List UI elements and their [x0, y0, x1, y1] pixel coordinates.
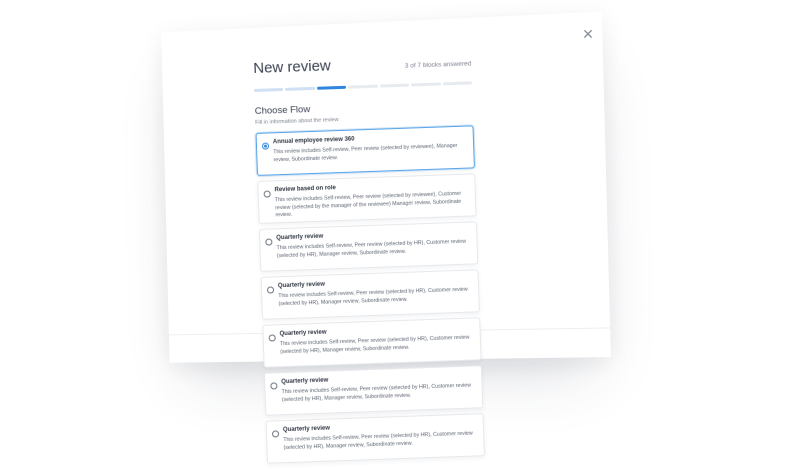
- progress-segment: [379, 83, 410, 88]
- modal-content: New review 3 of 7 blocks answered Choose…: [253, 52, 485, 468]
- flow-option[interactable]: Quarterly review This review includes Se…: [260, 269, 480, 320]
- flow-option-description: This review includes Self-review, Peer r…: [276, 238, 467, 259]
- radio-button[interactable]: [261, 142, 270, 150]
- flow-option[interactable]: Quarterly review This review includes Se…: [265, 413, 485, 464]
- progress-segment: [254, 87, 284, 92]
- progress-bar: [254, 81, 472, 92]
- radio-button[interactable]: [266, 286, 275, 294]
- flow-option-description: This review includes Self-review, Peer r…: [278, 286, 468, 307]
- radio-button[interactable]: [263, 190, 271, 198]
- radio-button[interactable]: [270, 382, 278, 390]
- radio-button[interactable]: [271, 430, 280, 438]
- radio-button[interactable]: [265, 238, 273, 246]
- stage: ✕ New review 3 of 7 blocks answered Choo…: [0, 0, 800, 464]
- flow-option[interactable]: Annual employee review 360 This review i…: [255, 125, 475, 176]
- flow-option[interactable]: Quarterly review This review includes Se…: [258, 221, 479, 272]
- close-icon[interactable]: ✕: [582, 27, 594, 41]
- progress-segment: [411, 82, 441, 87]
- flow-option[interactable]: Quarterly review This review includes Se…: [262, 317, 482, 368]
- progress-segment: [285, 86, 315, 91]
- flow-options: Annual employee review 360 This review i…: [255, 125, 485, 464]
- flow-option-description: This review includes Self-review, Peer r…: [274, 190, 462, 219]
- flow-option[interactable]: Quarterly review This review includes Se…: [263, 365, 484, 416]
- progress-segment: [442, 81, 472, 86]
- flow-option-description: This review includes Self-review, Peer r…: [281, 382, 472, 403]
- flow-option[interactable]: Review based on role This review include…: [257, 173, 477, 224]
- flow-option-description: This review includes Self-review, Peer r…: [273, 142, 458, 164]
- progress-segment: [348, 84, 378, 89]
- progress-segment: [316, 85, 347, 90]
- radio-button[interactable]: [268, 334, 276, 342]
- flow-option-description: This review includes Self-review, Peer r…: [283, 430, 473, 451]
- flow-option-description: This review includes Self-review, Peer r…: [279, 334, 470, 355]
